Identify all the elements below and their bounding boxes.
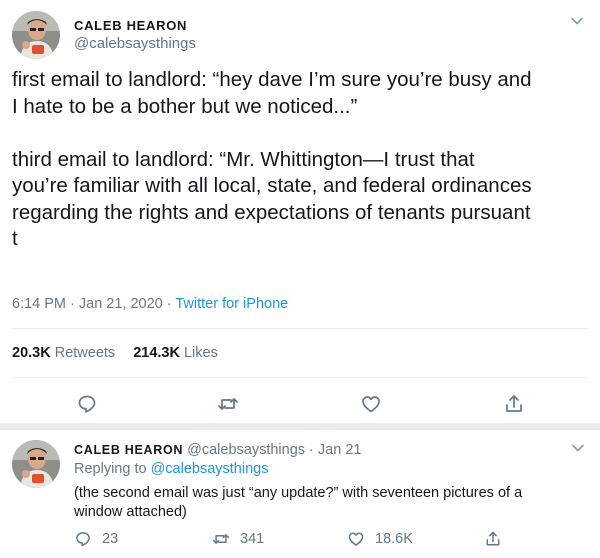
reply-icon[interactable] bbox=[76, 393, 98, 415]
reply-retweet-button[interactable]: 341 bbox=[212, 530, 264, 548]
share-icon[interactable] bbox=[503, 393, 525, 415]
share-icon bbox=[486, 531, 500, 546]
like-icon bbox=[348, 532, 364, 546]
like-stat[interactable]: 214.3K Likes bbox=[133, 345, 218, 361]
retweet-count: 20.3K bbox=[12, 345, 51, 361]
reply-share-button[interactable] bbox=[484, 530, 512, 548]
like-count: 214.3K bbox=[133, 345, 180, 361]
reply-header: CALEB HEARON @calebsaysthings · Jan 21 bbox=[74, 442, 362, 458]
divider bbox=[12, 377, 588, 378]
retweet-icon bbox=[212, 534, 230, 544]
retweet-icon[interactable] bbox=[217, 393, 239, 415]
reply-like-button[interactable]: 18.6K bbox=[347, 530, 413, 548]
like-icon[interactable] bbox=[360, 393, 382, 415]
replying-to-label: Replying to bbox=[74, 461, 147, 477]
reply-count: 23 bbox=[102, 531, 119, 547]
reply-icon bbox=[76, 532, 90, 547]
reply-author-name[interactable]: CALEB HEARON bbox=[74, 443, 183, 457]
author-handle[interactable]: @calebsaysthings bbox=[74, 35, 196, 52]
retweet-stat[interactable]: 20.3K Retweets bbox=[12, 345, 115, 361]
replying-to-mention[interactable]: @calebsaysthings bbox=[151, 461, 269, 477]
author-name[interactable]: CALEB HEARON bbox=[74, 18, 187, 33]
tweet-text: first email to landlord: “hey dave I’m s… bbox=[12, 68, 532, 250]
reply-date[interactable]: Jan 21 bbox=[318, 442, 362, 458]
thread-separator bbox=[0, 423, 600, 430]
like-label: Likes bbox=[183, 345, 218, 361]
tweet-source[interactable]: Twitter for iPhone bbox=[175, 296, 288, 312]
reply-like-count: 18.6K bbox=[375, 531, 413, 547]
reply-reply-button[interactable]: 23 bbox=[74, 530, 118, 548]
tweet-timestamp: 6:14 PM · Jan 21, 2020 · Twitter for iPh… bbox=[12, 296, 289, 312]
tweet-date[interactable]: Jan 21, 2020 bbox=[79, 296, 163, 312]
divider bbox=[12, 328, 588, 329]
chevron-down-icon[interactable] bbox=[569, 13, 585, 34]
author-avatar[interactable] bbox=[12, 11, 60, 59]
replying-to: Replying to @calebsaysthings bbox=[74, 461, 268, 477]
reply-author-avatar[interactable] bbox=[12, 440, 60, 488]
tweet-stats: 20.3K Retweets 214.3K Likes bbox=[12, 345, 218, 361]
reply-retweet-count: 341 bbox=[240, 531, 265, 547]
retweet-label: Retweets bbox=[54, 345, 116, 361]
reply-text: (the second email was just “any update?”… bbox=[74, 485, 523, 520]
tweet-time[interactable]: 6:14 PM bbox=[12, 296, 66, 312]
chevron-down-icon[interactable] bbox=[570, 440, 586, 461]
reply-author-handle[interactable]: @calebsaysthings bbox=[187, 442, 305, 458]
